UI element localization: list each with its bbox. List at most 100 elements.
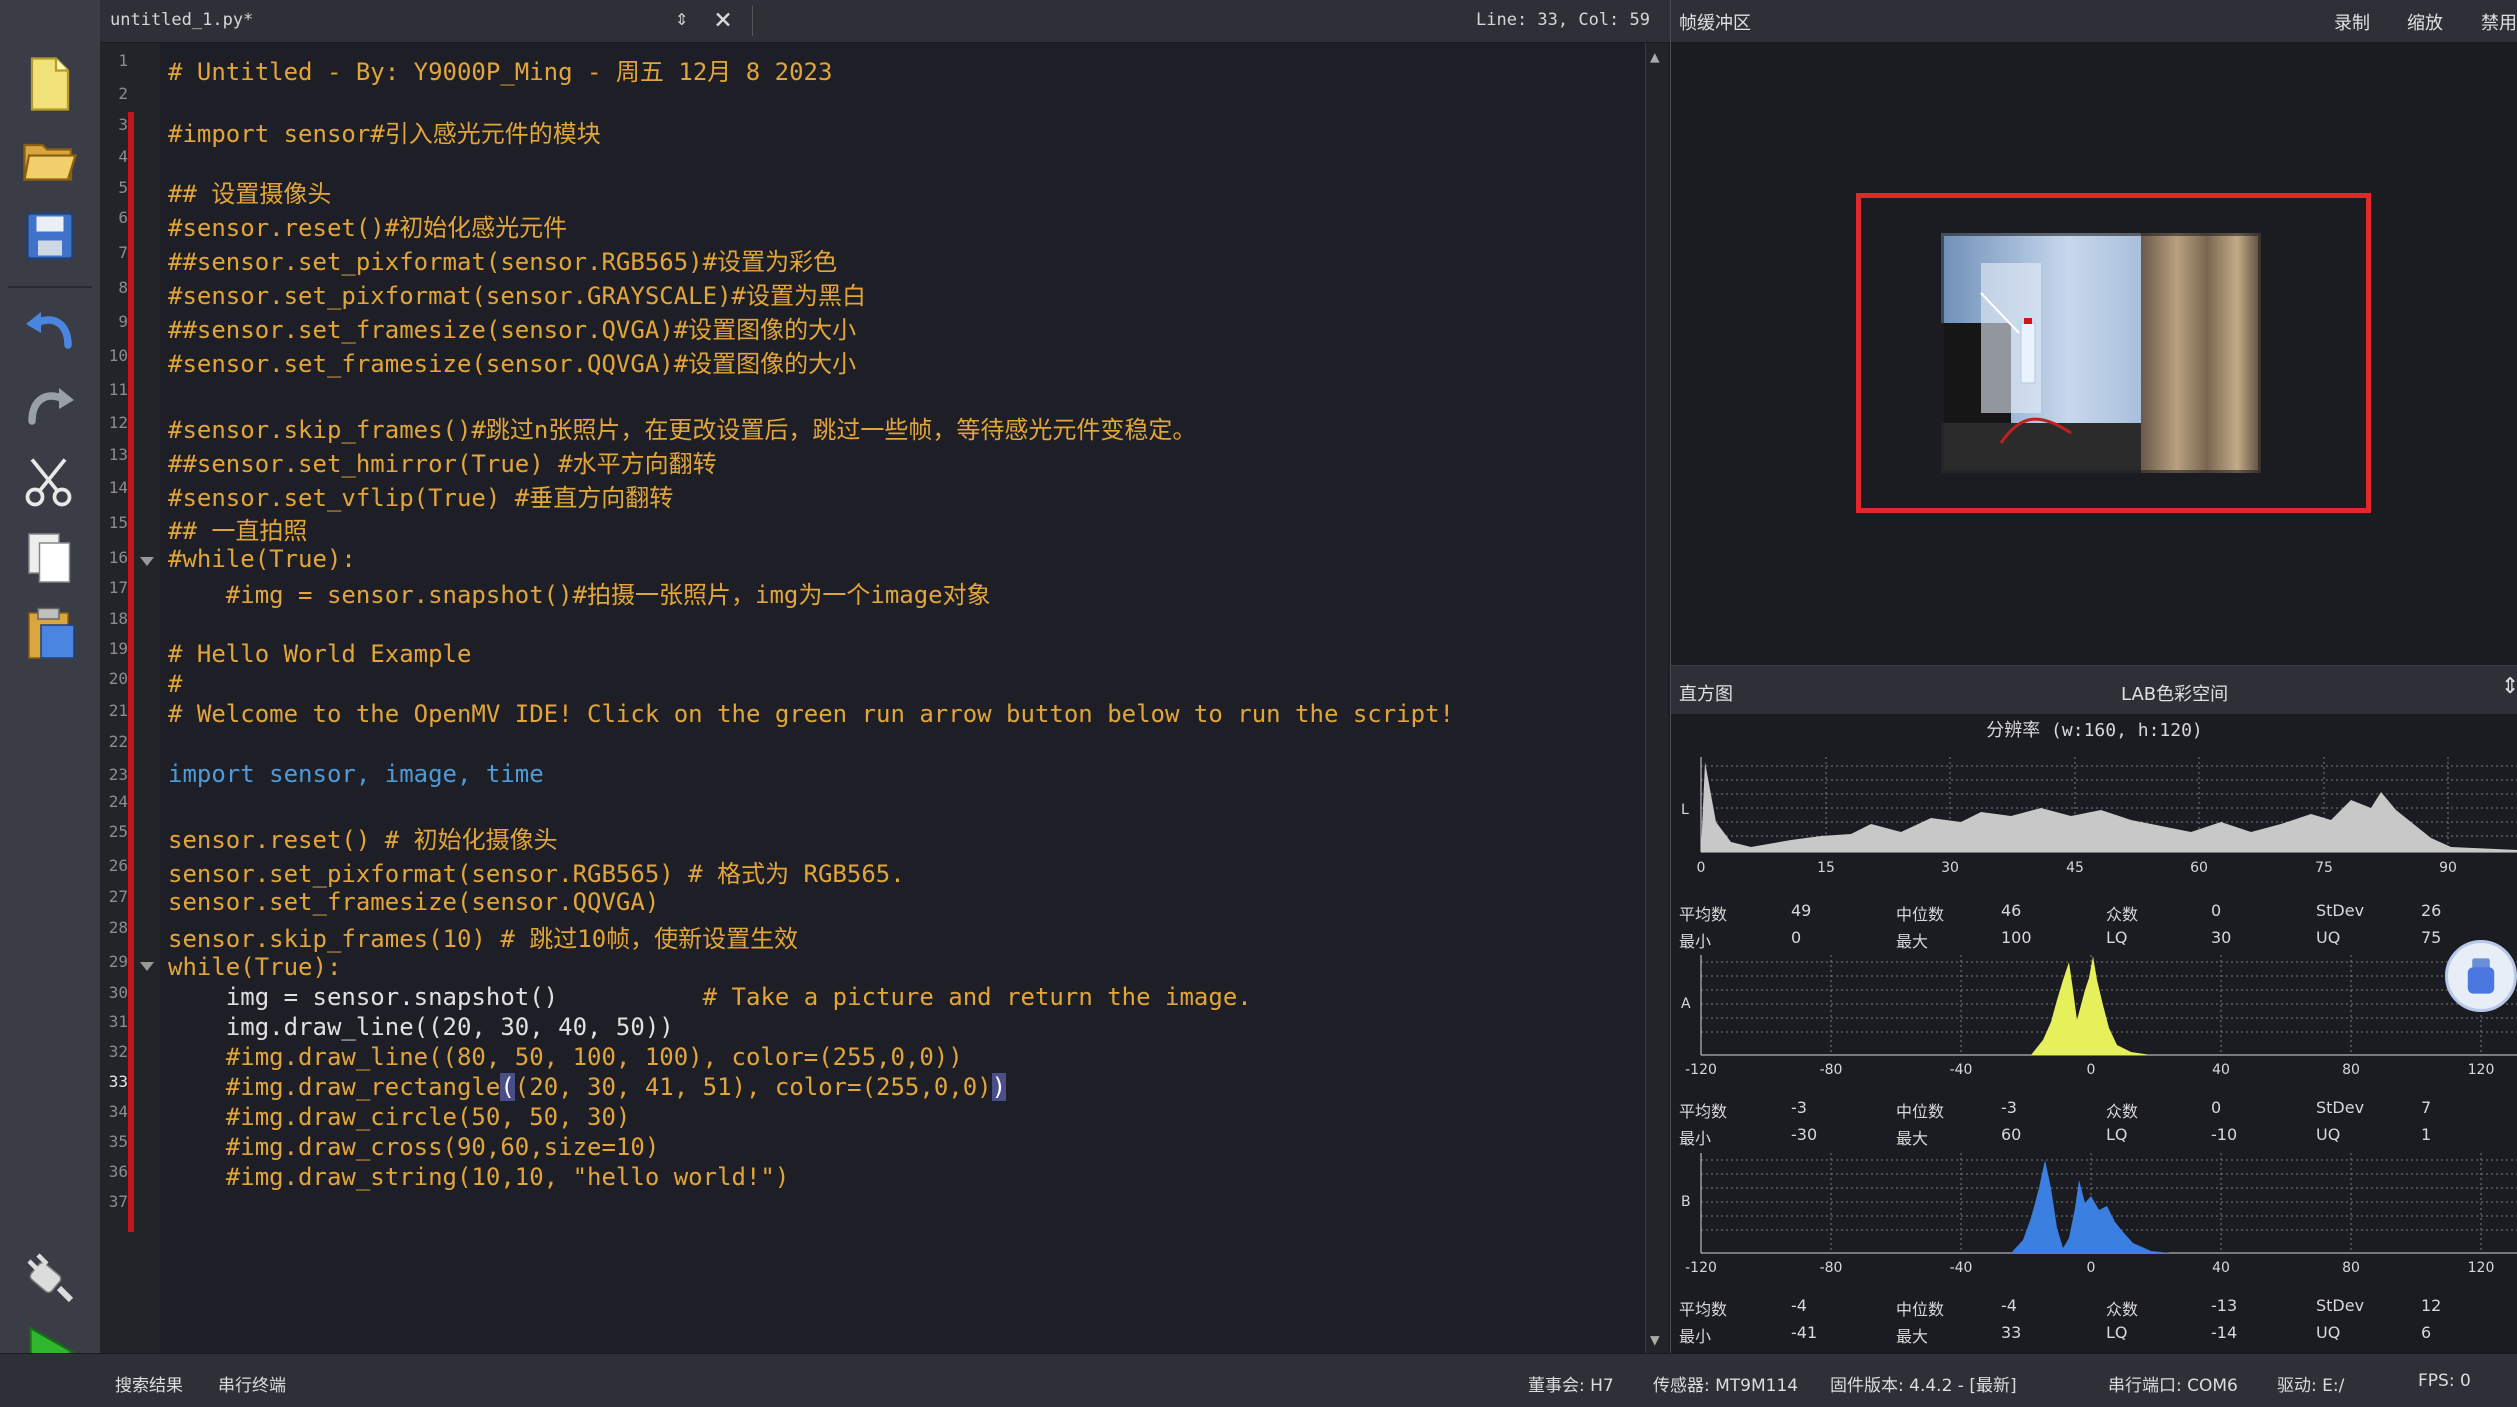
- drive-status[interactable]: 驱动: E:/: [2277, 1371, 2344, 1396]
- search-results-tab[interactable]: 搜索结果: [115, 1371, 183, 1396]
- framebuffer-image: [1941, 233, 2261, 473]
- line-number: 11: [108, 380, 128, 399]
- axis-tick: -80: [1820, 1062, 1843, 1078]
- record-button[interactable]: 录制: [2334, 9, 2370, 35]
- channel-label: B: [1681, 1194, 1691, 1210]
- stat-label: 最大: [1896, 1129, 1929, 1148]
- stat-label: 众数: [2106, 905, 2139, 924]
- code-line: #sensor.skip_frames()#跳过n张照片，在更改设置后，跳过一些…: [168, 416, 1197, 444]
- code-line: #sensor.set_framesize(sensor.QQVGA)#设置图像…: [168, 350, 857, 378]
- usb-drive-icon[interactable]: [2445, 940, 2517, 1012]
- select-arrows-icon[interactable]: ⇕: [2501, 674, 2517, 699]
- redo-icon[interactable]: [14, 372, 86, 440]
- code-line: #img.draw_string(10,10, "hello world!"): [168, 1163, 790, 1191]
- scroll-down-icon[interactable]: ▼: [1650, 1330, 1660, 1349]
- stat-label: 最大: [1896, 1327, 1929, 1346]
- line-number: 34: [108, 1102, 128, 1121]
- cut-icon[interactable]: [14, 448, 86, 516]
- stat-value: -4: [2001, 1296, 2017, 1315]
- copy-icon[interactable]: [14, 524, 86, 592]
- line-number: 21: [108, 701, 128, 720]
- axis-tick: -120: [1685, 1062, 1717, 1078]
- stat-label: 平均数: [1679, 905, 1728, 924]
- line-number: 26: [108, 856, 128, 875]
- tab-switch-icon[interactable]: ⇕: [675, 6, 688, 31]
- cursor-position: Line: 33, Col: 59: [1476, 10, 1650, 30]
- stat-value: -30: [1791, 1125, 1818, 1144]
- code-editor[interactable]: # Untitled - By: Y9000P_Ming - 周五 12月 8 …: [160, 43, 1645, 1353]
- channel-label: L: [1681, 802, 1689, 818]
- stat-label: StDev: [2316, 901, 2365, 920]
- code-line: ## 一直拍照: [168, 517, 308, 545]
- framebuffer-title: 帧缓冲区: [1679, 13, 1751, 34]
- editor-scrollbar[interactable]: ▲ ▼: [1645, 43, 1668, 1353]
- fold-arrow-icon[interactable]: [140, 557, 154, 566]
- stat-label: StDev: [2316, 1098, 2365, 1117]
- line-number: 14: [108, 478, 128, 497]
- code-line: # Untitled - By: Y9000P_Ming - 周五 12月 8 …: [168, 58, 833, 86]
- save-icon[interactable]: [14, 202, 86, 270]
- paste-icon[interactable]: [14, 600, 86, 668]
- stat-label: StDev: [2316, 1296, 2365, 1315]
- stat-label: 众数: [2106, 1300, 2139, 1319]
- scroll-up-icon[interactable]: ▲: [1650, 47, 1660, 66]
- axis-tick: -80: [1820, 1260, 1843, 1276]
- fold-arrow-icon[interactable]: [140, 962, 154, 971]
- stat-label: 最小: [1679, 1129, 1712, 1148]
- stat-value: -4: [1791, 1296, 1807, 1315]
- zoom-button[interactable]: 缩放: [2407, 9, 2443, 35]
- code-line: sensor.skip_frames(10) # 跳过10帧，使新设置生效: [168, 919, 798, 954]
- stat-label: 中位数: [1896, 1102, 1945, 1121]
- axis-tick: 90: [2439, 860, 2457, 876]
- line-number: 6: [118, 208, 128, 227]
- code-line: ##sensor.set_framesize(sensor.QVGA)#设置图像…: [168, 316, 857, 344]
- stat-label: UQ: [2316, 1125, 2341, 1144]
- right-panel: 帧缓冲区 录制 缩放 禁用 直方图 LAB色彩空间 ⇕ 分辨率 (w:160, …: [1670, 0, 2517, 1353]
- colorspace-select[interactable]: LAB色彩空间: [2121, 680, 2228, 706]
- code-token: sensor.set_pixformat(sensor.RGB565): [168, 860, 674, 888]
- disable-button[interactable]: 禁用: [2481, 9, 2517, 35]
- open-folder-icon[interactable]: [14, 126, 86, 194]
- file-tab[interactable]: untitled_1.py*: [110, 10, 253, 30]
- code-line: #sensor.set_pixformat(sensor.GRAYSCALE)#…: [168, 282, 866, 310]
- stat-value: -3: [1791, 1098, 1807, 1117]
- stat-value: 75: [2421, 928, 2442, 947]
- code-line: ##sensor.set_pixformat(sensor.RGB565)#设置…: [168, 248, 838, 276]
- code-line: sensor.reset() # 初始化摄像头: [168, 820, 558, 855]
- undo-icon[interactable]: [14, 296, 86, 364]
- axis-tick: 40: [2212, 1260, 2230, 1276]
- connect-icon[interactable]: [14, 1242, 86, 1310]
- code-line: #sensor.set_vflip(True) #垂直方向翻转: [168, 484, 674, 512]
- toolbar-sidebar: [0, 0, 101, 1406]
- stat-label: 平均数: [1679, 1300, 1728, 1319]
- line-number: 30: [108, 983, 128, 1002]
- code-line: while(True):: [168, 953, 342, 981]
- new-file-icon[interactable]: [14, 50, 86, 118]
- code-line: #img = sensor.snapshot()#拍摄一张照片，img为一个im…: [168, 581, 991, 609]
- firmware-status[interactable]: 固件版本: 4.4.2 - [最新]: [1830, 1371, 2017, 1396]
- code-line: #import sensor#引入感光元件的模块: [168, 120, 601, 148]
- stat-value: 33: [2001, 1323, 2022, 1342]
- code-token: sensor, image, time: [269, 760, 544, 788]
- stat-label: UQ: [2316, 1323, 2341, 1342]
- axis-tick: 60: [2190, 860, 2208, 876]
- code-line: #img.draw_cross(90,60,size=10): [168, 1133, 660, 1161]
- axis-tick: 45: [2066, 860, 2084, 876]
- code-line: #sensor.reset()#初始化感光元件: [168, 214, 568, 242]
- axis-tick: -40: [1950, 1260, 1973, 1276]
- axis-tick: 0: [2087, 1062, 2096, 1078]
- line-number: 28: [108, 918, 128, 937]
- code-line: import sensor, image, time: [168, 760, 544, 788]
- bracket-match: ): [991, 1073, 1007, 1101]
- code-line: #img.draw_line((80, 50, 100, 100), color…: [168, 1043, 963, 1071]
- histogram-title: 直方图: [1679, 684, 1733, 705]
- line-number: 2: [118, 84, 128, 103]
- stat-value: 7: [2421, 1098, 2432, 1117]
- comment: # 初始化摄像头: [384, 826, 558, 854]
- stat-label: 最小: [1679, 1327, 1712, 1346]
- line-number: 24: [108, 792, 128, 811]
- close-icon[interactable]: ×: [714, 2, 732, 37]
- serial-terminal-tab[interactable]: 串行终端: [218, 1371, 286, 1396]
- line-number: 22: [108, 732, 128, 751]
- stat-value: 0: [1791, 928, 1802, 947]
